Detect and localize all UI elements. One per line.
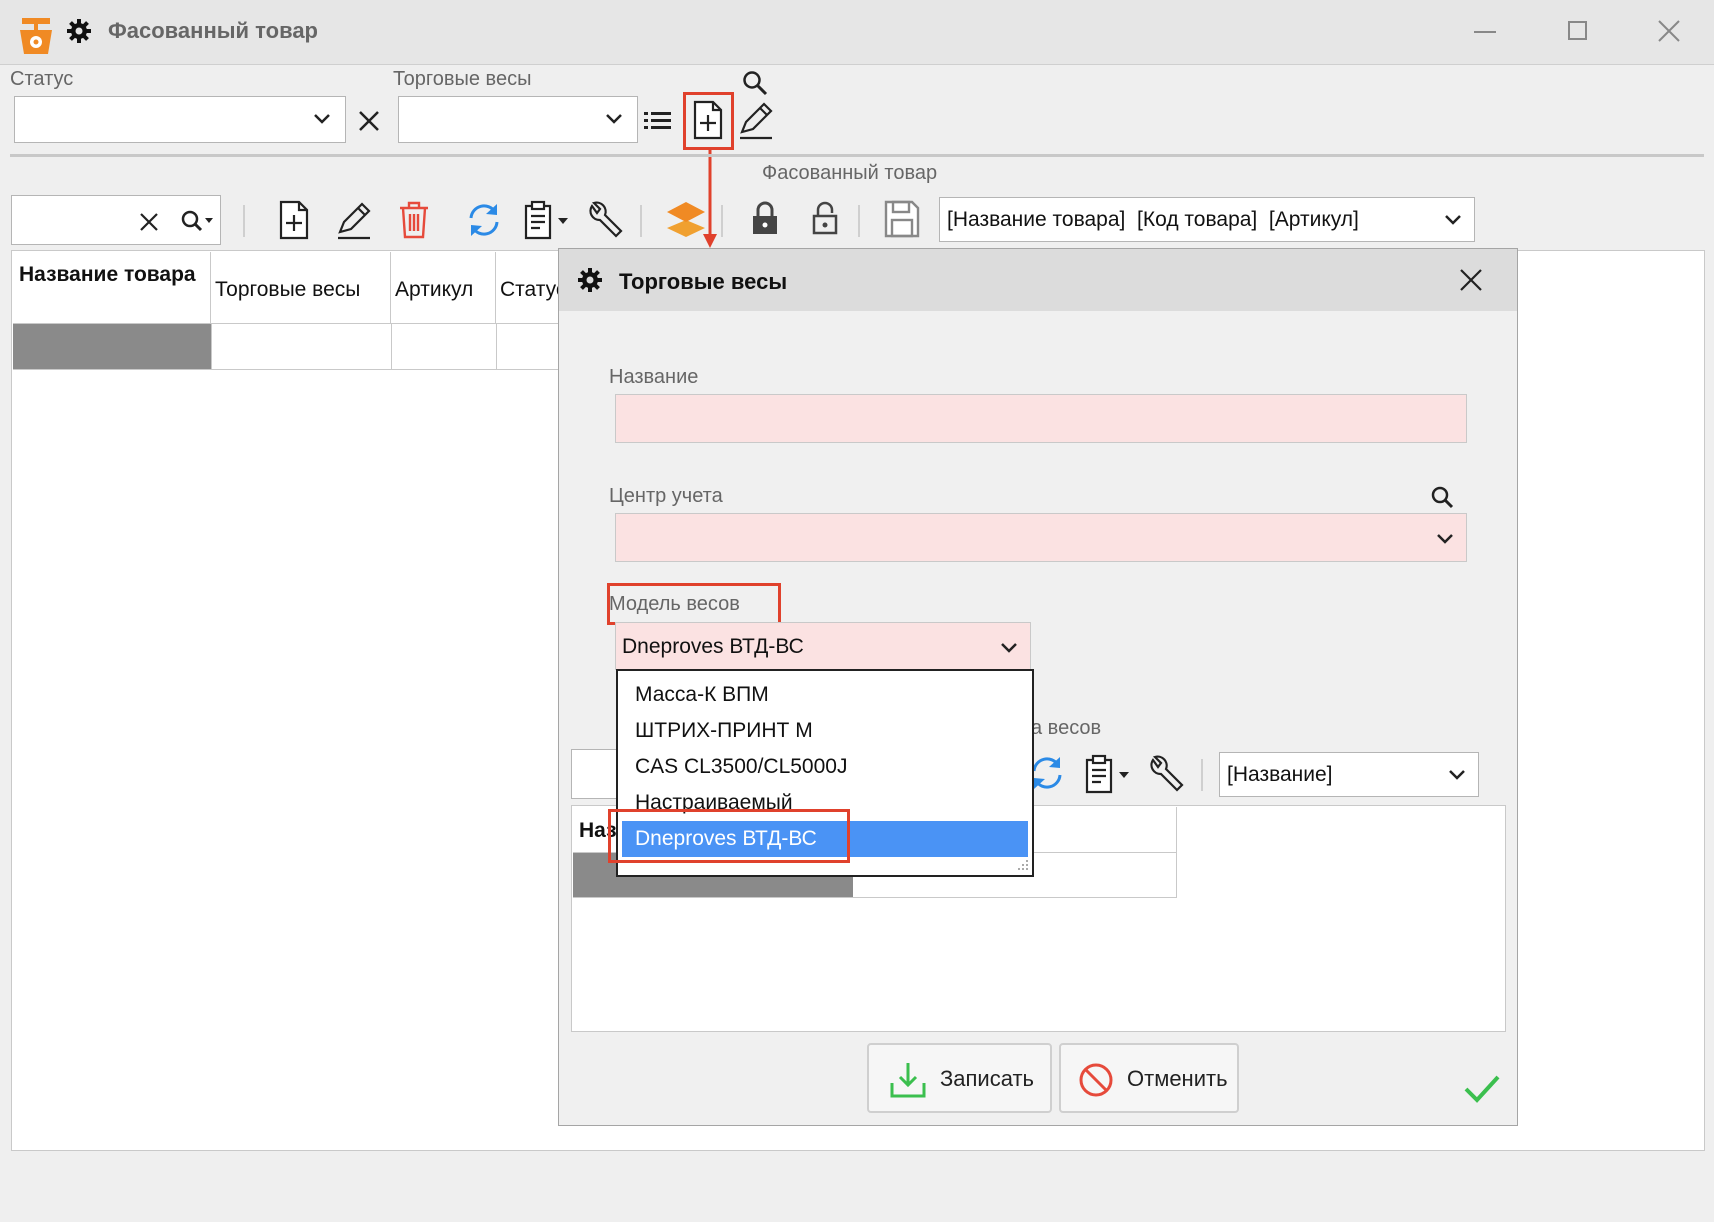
model-label: Модель весов: [609, 593, 740, 615]
clipboard-dropdown-icon[interactable]: [522, 200, 572, 240]
status-label: Статус: [10, 68, 74, 90]
save-button[interactable]: Записать: [867, 1043, 1052, 1113]
column-header-article[interactable]: Артикул: [391, 252, 496, 324]
add-icon[interactable]: [278, 200, 310, 240]
search-dropdown-icon: [181, 210, 213, 232]
refresh-icon[interactable]: [466, 202, 502, 238]
window-title: Фасованный товар: [108, 18, 318, 43]
edit-pencil-icon[interactable]: [738, 100, 774, 140]
divider: [10, 154, 1704, 157]
selected-option-highlight: [608, 809, 850, 863]
chevron-down-icon: [1449, 770, 1465, 780]
table-cell-selected[interactable]: [13, 324, 211, 369]
search-input[interactable]: [11, 195, 221, 245]
cancel-button-label: Отменить: [1127, 1066, 1228, 1091]
chevron-down-icon: [1445, 215, 1461, 225]
center-select[interactable]: [615, 513, 1467, 562]
section-title: Фасованный товар: [762, 162, 938, 184]
app-icon: [18, 16, 54, 56]
save-icon[interactable]: [884, 200, 920, 238]
close-icon[interactable]: [1658, 20, 1680, 42]
maximize-icon[interactable]: [1568, 21, 1587, 40]
chevron-down-icon: [314, 114, 330, 124]
column-header-name[interactable]: Название товара: [13, 252, 211, 324]
chevron-down-icon: [606, 114, 622, 124]
model-value: Dneproves ВТД-ВС: [622, 635, 804, 658]
layers-icon[interactable]: [665, 198, 707, 240]
gear-icon[interactable]: [577, 267, 603, 293]
cancel-icon: [1079, 1063, 1113, 1097]
clear-search-icon: [140, 213, 158, 231]
scales-select[interactable]: [398, 96, 638, 143]
column-header-label: Торговые весы: [215, 278, 361, 301]
chevron-down-icon: [1437, 534, 1453, 544]
column-header-status[interactable]: Статус: [496, 252, 560, 324]
cancel-button[interactable]: Отменить: [1059, 1043, 1239, 1113]
table-row[interactable]: [13, 324, 560, 370]
edit-icon[interactable]: [336, 200, 372, 240]
resize-grip-icon[interactable]: [1016, 859, 1030, 871]
scales-label: Торговые весы: [393, 68, 532, 90]
model-option[interactable]: CAS CL3500/CL5000J: [618, 749, 1032, 785]
search-icon[interactable]: [742, 70, 768, 96]
model-select[interactable]: Dneproves ВТД-ВС: [615, 622, 1031, 670]
model-option[interactable]: Масса-К ВПМ: [618, 677, 1032, 713]
save-button-label: Записать: [940, 1066, 1035, 1091]
clear-status-icon[interactable]: [358, 110, 380, 132]
column-header-label: Статус: [500, 278, 560, 301]
list-icon[interactable]: [644, 110, 672, 132]
dialog-close-icon[interactable]: [1460, 269, 1482, 291]
name-label: Название: [609, 366, 699, 388]
wrench-icon[interactable]: [586, 200, 624, 240]
wrench-icon[interactable]: [1147, 754, 1185, 794]
subgrid-label-partial: а весов: [1031, 717, 1102, 739]
scales-dialog: Торговые весы Название Центр учета Модел…: [558, 248, 1518, 1126]
ok-check-icon: [1463, 1073, 1501, 1105]
name-field[interactable]: [615, 394, 1467, 443]
minimize-icon[interactable]: [1474, 31, 1496, 33]
column-header-label: Название товара: [19, 263, 196, 286]
delete-icon[interactable]: [398, 200, 430, 240]
clipboard-dropdown-icon[interactable]: [1083, 754, 1133, 794]
new-document-icon[interactable]: [692, 100, 724, 140]
display-fields-select[interactable]: [Название товара] [Код товара] [Артикул]: [939, 197, 1475, 242]
display-fields-value: [Название товара] [Код товара] [Артикул]: [947, 208, 1359, 231]
gear-icon[interactable]: [66, 18, 92, 44]
lock-icon[interactable]: [750, 200, 780, 236]
dialog-title: Торговые весы: [619, 269, 788, 294]
column-header-label: Артикул: [395, 278, 474, 301]
column-header-scales[interactable]: Торговые весы: [211, 252, 391, 324]
unlock-icon[interactable]: [810, 200, 840, 236]
status-select[interactable]: [14, 96, 346, 143]
refresh-icon[interactable]: [1029, 755, 1065, 791]
subgrid-display-value: [Название]: [1227, 763, 1333, 786]
chevron-down-icon: [1001, 643, 1017, 653]
center-label: Центр учета: [609, 485, 723, 507]
search-icon[interactable]: [1430, 485, 1454, 509]
subgrid-display-select[interactable]: [Название]: [1219, 752, 1479, 797]
download-save-icon: [890, 1063, 926, 1098]
model-option[interactable]: ШТРИХ-ПРИНТ М: [618, 713, 1032, 749]
